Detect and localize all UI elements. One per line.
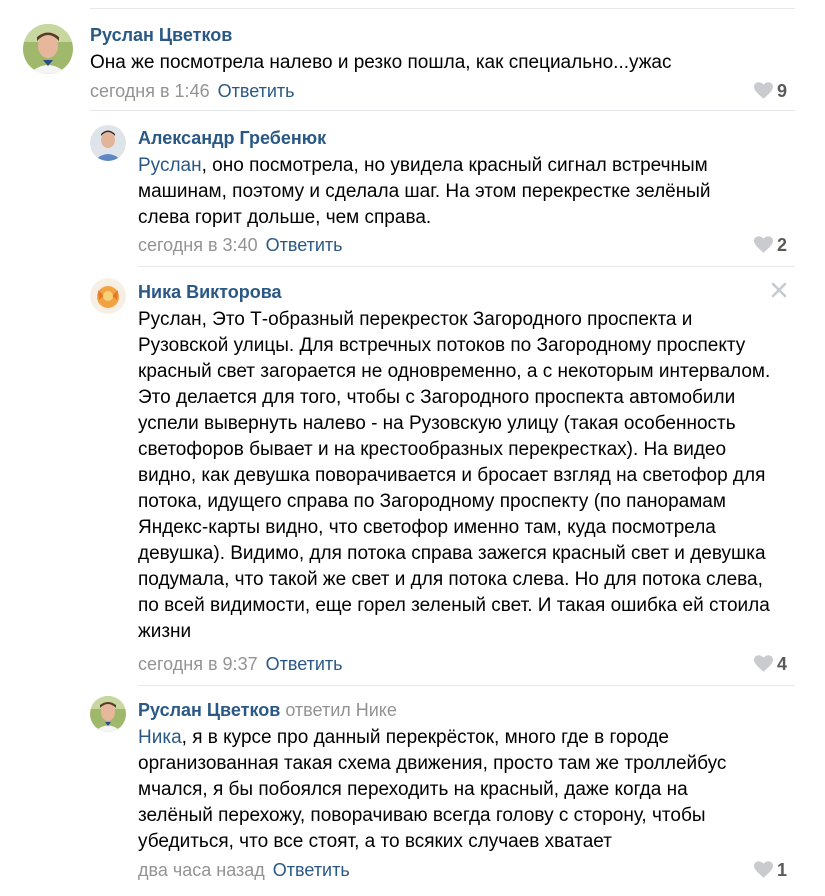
like-count: 4: [776, 654, 787, 674]
like-button[interactable]: 4: [753, 653, 787, 675]
heart-icon: [753, 82, 773, 99]
like-count: 1: [776, 860, 787, 880]
author-line: Руслан Цветков ответил Нике: [138, 699, 397, 721]
like-button[interactable]: 1: [753, 859, 787, 881]
mention-link[interactable]: Руслан: [138, 155, 202, 176]
author-line: Ника Викторова: [138, 281, 282, 303]
comment-divider: [138, 685, 795, 686]
comment-meta: сегодня в 3:40 Ответить: [138, 234, 343, 256]
heart-icon: [753, 655, 773, 672]
avatar[interactable]: [90, 696, 126, 732]
comment-text: Руслан, Это Т-образный перекресток Загор…: [138, 309, 771, 642]
author-line: Александр Гребенюк: [138, 127, 326, 149]
replied-to[interactable]: ответил Нике: [285, 700, 397, 720]
author-name[interactable]: Ника Викторова: [138, 282, 282, 302]
reply-button[interactable]: Ответить: [266, 235, 343, 255]
author-name[interactable]: Руслан Цветков: [138, 700, 280, 720]
comment-body: , я в курсе про данный перекрёсток, мног…: [138, 727, 727, 852]
timestamp[interactable]: два часа назад: [138, 860, 265, 880]
top-divider: [90, 8, 795, 9]
reply-button[interactable]: Ответить: [218, 81, 295, 101]
comment-divider: [90, 110, 795, 111]
comment-body: , оно посмотрела, но увидела красный сиг…: [138, 155, 711, 228]
avatar[interactable]: [23, 24, 73, 74]
author-name[interactable]: Руслан Цветков: [90, 25, 232, 45]
author-name[interactable]: Александр Гребенюк: [138, 128, 326, 148]
like-button[interactable]: 9: [753, 80, 787, 102]
heart-icon: [753, 861, 773, 878]
timestamp[interactable]: сегодня в 1:46: [90, 81, 210, 101]
timestamp[interactable]: сегодня в 3:40: [138, 235, 258, 255]
mention-link[interactable]: Ника: [138, 727, 182, 748]
like-count: 9: [776, 81, 787, 101]
avatar[interactable]: [90, 278, 126, 314]
reply-button[interactable]: Ответить: [266, 654, 343, 674]
avatar[interactable]: [90, 125, 126, 161]
timestamp[interactable]: сегодня в 9:37: [138, 654, 258, 674]
comment-text: Руслан, оно посмотрела, но увидела красн…: [138, 153, 748, 231]
comment-meta: два часа назад Ответить: [138, 859, 350, 881]
reply-button[interactable]: Ответить: [273, 860, 350, 880]
comment-divider: [138, 266, 795, 267]
comment-text: Она же посмотрела налево и резко пошла, …: [90, 52, 672, 73]
heart-icon: [753, 236, 773, 253]
close-icon[interactable]: [769, 280, 789, 300]
comment-meta: сегодня в 1:46 Ответить: [90, 80, 295, 102]
like-count: 2: [776, 235, 787, 255]
like-button[interactable]: 2: [753, 234, 787, 256]
author-line: Руслан Цветков: [90, 24, 232, 46]
comment-meta: сегодня в 9:37 Ответить: [138, 653, 343, 675]
comment-text: Ника, я в курсе про данный перекрёсток, …: [138, 725, 748, 855]
